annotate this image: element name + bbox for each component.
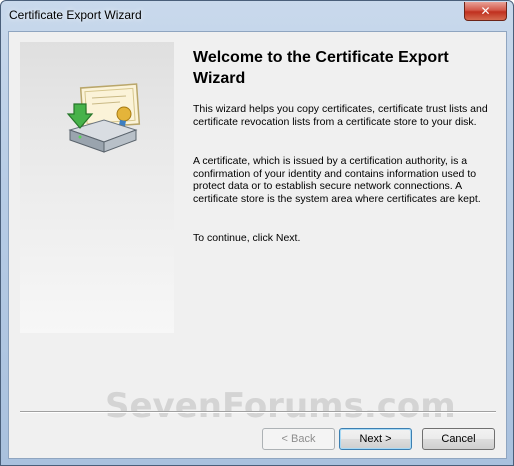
certificate-export-icon: [66, 83, 141, 153]
title-bar[interactable]: Certificate Export Wizard ✕: [1, 1, 513, 31]
window-title: Certificate Export Wizard: [9, 8, 142, 22]
watermark: SevenForums.com: [105, 386, 456, 426]
wizard-heading: Welcome to the Certificate Export Wizard: [193, 49, 449, 87]
footer-separator: [20, 411, 496, 413]
cancel-button[interactable]: Cancel: [422, 428, 495, 450]
wizard-client-area: Welcome to the Certificate Export Wizard…: [8, 31, 507, 459]
close-button[interactable]: ✕: [464, 2, 507, 21]
continue-instruction: To continue, click Next.: [193, 232, 301, 244]
intro-paragraph: This wizard helps you copy certificates,…: [193, 103, 488, 128]
close-icon: ✕: [480, 4, 491, 18]
wizard-window: Certificate Export Wizard ✕ Welcome to t…: [0, 0, 514, 466]
wizard-side-panel: [20, 42, 174, 333]
back-button[interactable]: < Back: [262, 428, 335, 450]
description-paragraph: A certificate, which is issued by a cert…: [193, 155, 481, 205]
next-button[interactable]: Next >: [339, 428, 412, 450]
